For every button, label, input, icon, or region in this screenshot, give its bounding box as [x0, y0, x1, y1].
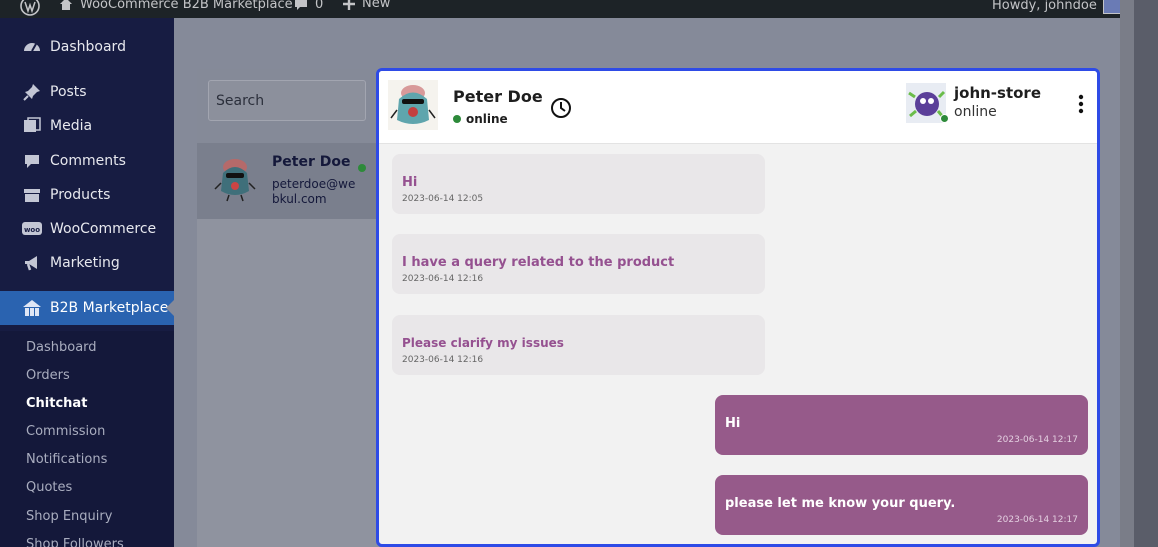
- participant-name: Peter Doe: [453, 87, 543, 106]
- menu-label: Comments: [50, 153, 126, 169]
- menu-label: Posts: [50, 84, 87, 100]
- participant-avatar: [388, 80, 438, 130]
- admin-sidebar: Dashboard Posts Media Comments Products …: [0, 18, 174, 547]
- message-text: Hi: [402, 175, 418, 190]
- message-text: please let me know your query.: [725, 496, 956, 511]
- submenu-quotes[interactable]: Quotes: [26, 480, 72, 495]
- store-name: john-store: [954, 84, 1042, 102]
- pin-icon: [22, 82, 42, 102]
- chat-list-panel: Peter Doe peterdoe@webkul.com: [197, 69, 379, 547]
- submenu-chitchat[interactable]: Chitchat: [26, 396, 87, 411]
- menu-posts[interactable]: Posts: [0, 75, 174, 109]
- status-text: online: [466, 112, 508, 126]
- message-text: Please clarify my issues: [402, 336, 564, 350]
- window-edge: [1120, 0, 1158, 547]
- submenu-commission[interactable]: Commission: [26, 424, 105, 439]
- message-bubble-outgoing: Hi 2023-06-14 12:17: [715, 395, 1088, 455]
- store-online-indicator: [940, 114, 949, 123]
- message-bubble-incoming: Please clarify my issues 2023-06-14 12:1…: [392, 315, 765, 375]
- chat-list-header: [197, 69, 379, 143]
- menu-marketing[interactable]: Marketing: [0, 246, 174, 280]
- menu-media[interactable]: Media: [0, 109, 174, 143]
- user-avatar-icon: [1102, 0, 1120, 14]
- site-title: WooCommerce B2B Marketplace: [80, 0, 293, 12]
- dashboard-icon: [22, 37, 42, 57]
- menu-label: Media: [50, 118, 93, 134]
- greeting-text: Howdy, johndoe: [992, 0, 1097, 13]
- message-time: 2023-06-14 12:05: [402, 194, 484, 204]
- comment-icon: [22, 151, 42, 171]
- new-label: New: [362, 0, 391, 11]
- submenu-shop-enquiry[interactable]: Shop Enquiry: [26, 509, 112, 524]
- megaphone-icon: [22, 253, 42, 273]
- admin-bar: WooCommerce B2B Marketplace 0 New Howdy,…: [0, 0, 1120, 18]
- menu-products[interactable]: Products: [0, 178, 174, 212]
- menu-comments[interactable]: Comments: [0, 144, 174, 178]
- store-status: online: [954, 104, 997, 120]
- clock-icon[interactable]: [550, 97, 572, 119]
- message-bubble-incoming: Hi 2023-06-14 12:05: [392, 154, 765, 214]
- message-time: 2023-06-14 12:16: [402, 274, 484, 284]
- message-text: I have a query related to the product: [402, 255, 675, 270]
- participant-status: online: [453, 112, 508, 126]
- store-icon: [22, 298, 42, 318]
- menu-label: Marketing: [50, 255, 120, 271]
- submenu-orders[interactable]: Orders: [26, 368, 70, 383]
- menu-label: Products: [50, 187, 111, 203]
- message-bubble-outgoing: please let me know your query. 2023-06-1…: [715, 475, 1088, 535]
- svg-text:woo: woo: [24, 226, 40, 234]
- message-text: Hi: [725, 416, 741, 431]
- menu-label: WooCommerce: [50, 221, 157, 237]
- scrollbar[interactable]: [1120, 0, 1134, 547]
- menu-b2b-marketplace[interactable]: B2B Marketplace: [0, 291, 174, 325]
- comments-count: 0: [315, 0, 324, 12]
- new-content-link[interactable]: New: [342, 0, 390, 11]
- site-name-link[interactable]: WooCommerce B2B Marketplace: [58, 0, 293, 12]
- chat-header: Peter Doe online john-store online: [379, 71, 1097, 144]
- menu-dashboard[interactable]: Dashboard: [0, 30, 174, 64]
- contact-item[interactable]: Peter Doe peterdoe@webkul.com: [197, 143, 379, 219]
- chat-window: Peter Doe online john-store online Hi 20…: [376, 68, 1100, 547]
- contact-avatar: [214, 159, 256, 202]
- home-icon: [60, 0, 72, 10]
- wordpress-logo-icon[interactable]: [20, 0, 40, 16]
- woo-icon: woo: [22, 219, 42, 239]
- menu-label: Dashboard: [50, 39, 126, 55]
- message-time: 2023-06-14 12:17: [996, 435, 1078, 445]
- comments-link[interactable]: 0: [293, 0, 323, 12]
- media-icon: [22, 116, 42, 136]
- submenu-shop-followers[interactable]: Shop Followers: [26, 537, 124, 547]
- contact-email: peterdoe@webkul.com: [272, 177, 356, 206]
- search-input[interactable]: [208, 80, 366, 121]
- submenu-notifications[interactable]: Notifications: [26, 452, 107, 467]
- comment-icon: [295, 0, 307, 10]
- account-menu[interactable]: Howdy, johndoe: [992, 0, 1120, 14]
- menu-woocommerce[interactable]: woo WooCommerce: [0, 212, 174, 246]
- submenu-dashboard[interactable]: Dashboard: [26, 340, 97, 355]
- online-indicator: [358, 164, 366, 172]
- menu-label: B2B Marketplace: [50, 300, 169, 316]
- more-options-icon[interactable]: [1074, 93, 1088, 115]
- contact-name: Peter Doe: [272, 154, 351, 170]
- archive-icon: [22, 185, 42, 205]
- message-time: 2023-06-14 12:16: [402, 355, 484, 365]
- online-indicator: [453, 115, 461, 123]
- message-time: 2023-06-14 12:17: [996, 515, 1078, 525]
- message-bubble-incoming: I have a query related to the product 20…: [392, 234, 765, 294]
- plus-icon: [343, 0, 355, 10]
